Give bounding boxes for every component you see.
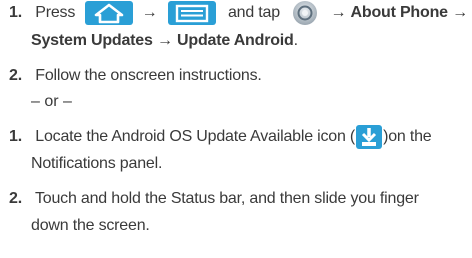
or-separator: – or –: [31, 93, 72, 110]
step-number: 2.: [9, 67, 22, 84]
arrow: →: [156, 32, 173, 49]
settings-icon: [290, 0, 320, 26]
step-2-first: 2. Follow the onscreen instructions.: [9, 63, 262, 89]
press-label: Press: [35, 4, 76, 22]
step-1-second: 1. Locate the Android OS Update Availabl…: [9, 124, 432, 150]
step-number: 1.: [9, 4, 22, 22]
home-icon: [85, 1, 134, 25]
step-text: Follow the onscreen instructions.: [35, 67, 262, 84]
arrow: →: [330, 4, 347, 22]
arrow: →: [452, 4, 468, 22]
update-android-label: Update Android: [177, 32, 294, 49]
step-1-first: 1. Press → and tap → About Phone →: [9, 0, 468, 26]
step-2-second: 2. Touch and hold the Status bar, and th…: [9, 186, 419, 212]
about-phone-label: About Phone: [350, 4, 449, 22]
step-text-after: )on the: [383, 128, 432, 145]
step-text: Touch and hold the Status bar, and then …: [34, 190, 419, 207]
menu-icon: [167, 1, 216, 25]
period: .: [293, 32, 298, 49]
step-2-second-line2: down the screen.: [31, 217, 150, 234]
arrow: →: [141, 4, 158, 22]
step-number: 1.: [9, 128, 22, 145]
system-updates-label: System Updates: [31, 32, 153, 49]
and-tap-label: and tap: [227, 4, 280, 22]
step-text: Locate the Android OS Update Available i…: [35, 128, 356, 145]
step-1-first-line2: System Updates → Update Android.: [31, 28, 298, 54]
download-update-icon: [356, 124, 383, 149]
step-1-second-line2: Notifications panel.: [31, 155, 163, 172]
step-number: 2.: [9, 190, 22, 207]
